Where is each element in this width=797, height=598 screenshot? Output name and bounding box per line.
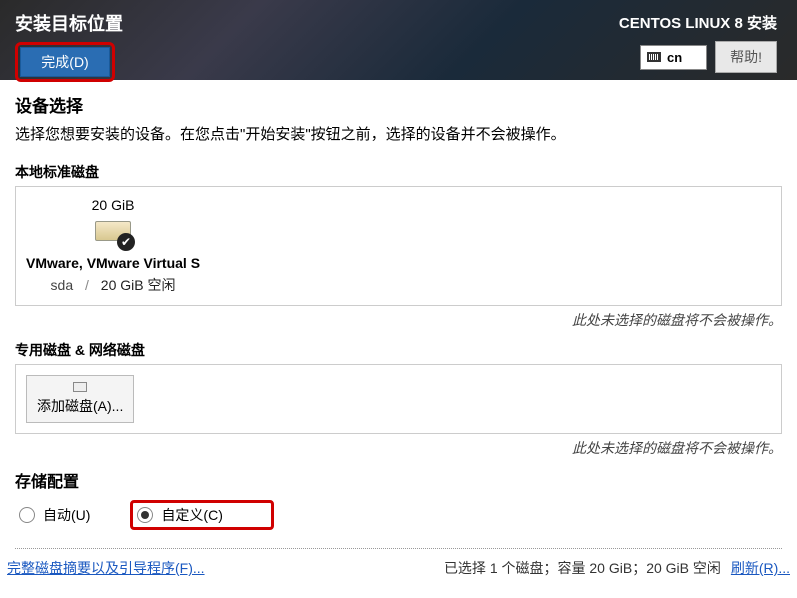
add-disk-label: 添加磁盘(A)...: [37, 396, 123, 416]
local-disks-label: 本地标准磁盘: [15, 162, 782, 182]
special-disks-panel: 添加磁盘(A)...: [15, 364, 782, 434]
header: 安装目标位置 完成(D) CENTOS LINUX 8 安装 cn 帮助!: [0, 0, 797, 80]
keyboard-layout-indicator[interactable]: cn: [640, 45, 707, 70]
disk-name: VMware, VMware Virtual S: [26, 255, 200, 271]
radio-auto-label: 自动(U): [43, 505, 90, 525]
hard-disk-icon: ✔: [93, 219, 133, 249]
add-disk-button[interactable]: 添加磁盘(A)...: [26, 375, 134, 423]
footer-right: 已选择 1 个磁盘；容量 20 GiB；20 GiB 空闲 刷新(R)...: [444, 558, 790, 578]
radio-auto[interactable]: 自动(U): [19, 505, 90, 525]
disk-dev: sda: [51, 277, 74, 293]
local-disks-panel: 20 GiB ✔ VMware, VMware Virtual S sda / …: [15, 186, 782, 306]
radio-icon: [19, 507, 35, 523]
radio-custom-highlight: 自定义(C): [130, 500, 273, 530]
disk-free: 20 GiB 空闲: [101, 277, 176, 293]
storage-config-radios: 自动(U) 自定义(C): [19, 500, 782, 530]
radio-custom[interactable]: 自定义(C): [137, 505, 222, 525]
device-selection-title: 设备选择: [15, 92, 782, 117]
keyboard-icon: [647, 52, 661, 62]
disk-size: 20 GiB: [26, 197, 200, 213]
content: 设备选择 选择您想要安装的设备。在您点击"开始安装"按钮之前，选择的设备并不会被…: [0, 80, 797, 571]
special-disks-note: 此处未选择的磁盘将不会被操作。: [15, 438, 782, 458]
selection-summary: 已选择 1 个磁盘；容量 20 GiB；20 GiB 空闲: [444, 558, 721, 578]
divider: [15, 548, 782, 549]
disk-separator: /: [85, 277, 89, 293]
done-button-highlight: 完成(D): [15, 42, 115, 82]
disk-dev-line: sda / 20 GiB 空闲: [26, 275, 200, 295]
refresh-link[interactable]: 刷新(R)...: [731, 558, 790, 578]
footer: 完整磁盘摘要以及引导程序(F)... 已选择 1 个磁盘；容量 20 GiB；2…: [5, 558, 792, 578]
full-disk-summary-link[interactable]: 完整磁盘摘要以及引导程序(F)...: [7, 558, 205, 578]
distro-label: CENTOS LINUX 8 安装: [619, 12, 777, 33]
done-button[interactable]: 完成(D): [20, 47, 110, 77]
device-selection-desc: 选择您想要安装的设备。在您点击"开始安装"按钮之前，选择的设备并不会被操作。: [15, 123, 782, 144]
disk-item[interactable]: 20 GiB ✔ VMware, VMware Virtual S sda / …: [26, 197, 200, 295]
radio-icon: [137, 507, 153, 523]
header-right: CENTOS LINUX 8 安装 cn 帮助!: [619, 12, 777, 73]
radio-custom-label: 自定义(C): [161, 505, 222, 525]
storage-config-title: 存储配置: [15, 468, 782, 492]
add-disk-icon: [73, 382, 87, 392]
help-button[interactable]: 帮助!: [715, 41, 777, 73]
local-disks-note: 此处未选择的磁盘将不会被操作。: [15, 310, 782, 330]
special-disks-label: 专用磁盘 & 网络磁盘: [15, 340, 782, 360]
keyboard-layout-text: cn: [667, 50, 682, 65]
check-icon: ✔: [117, 233, 135, 251]
